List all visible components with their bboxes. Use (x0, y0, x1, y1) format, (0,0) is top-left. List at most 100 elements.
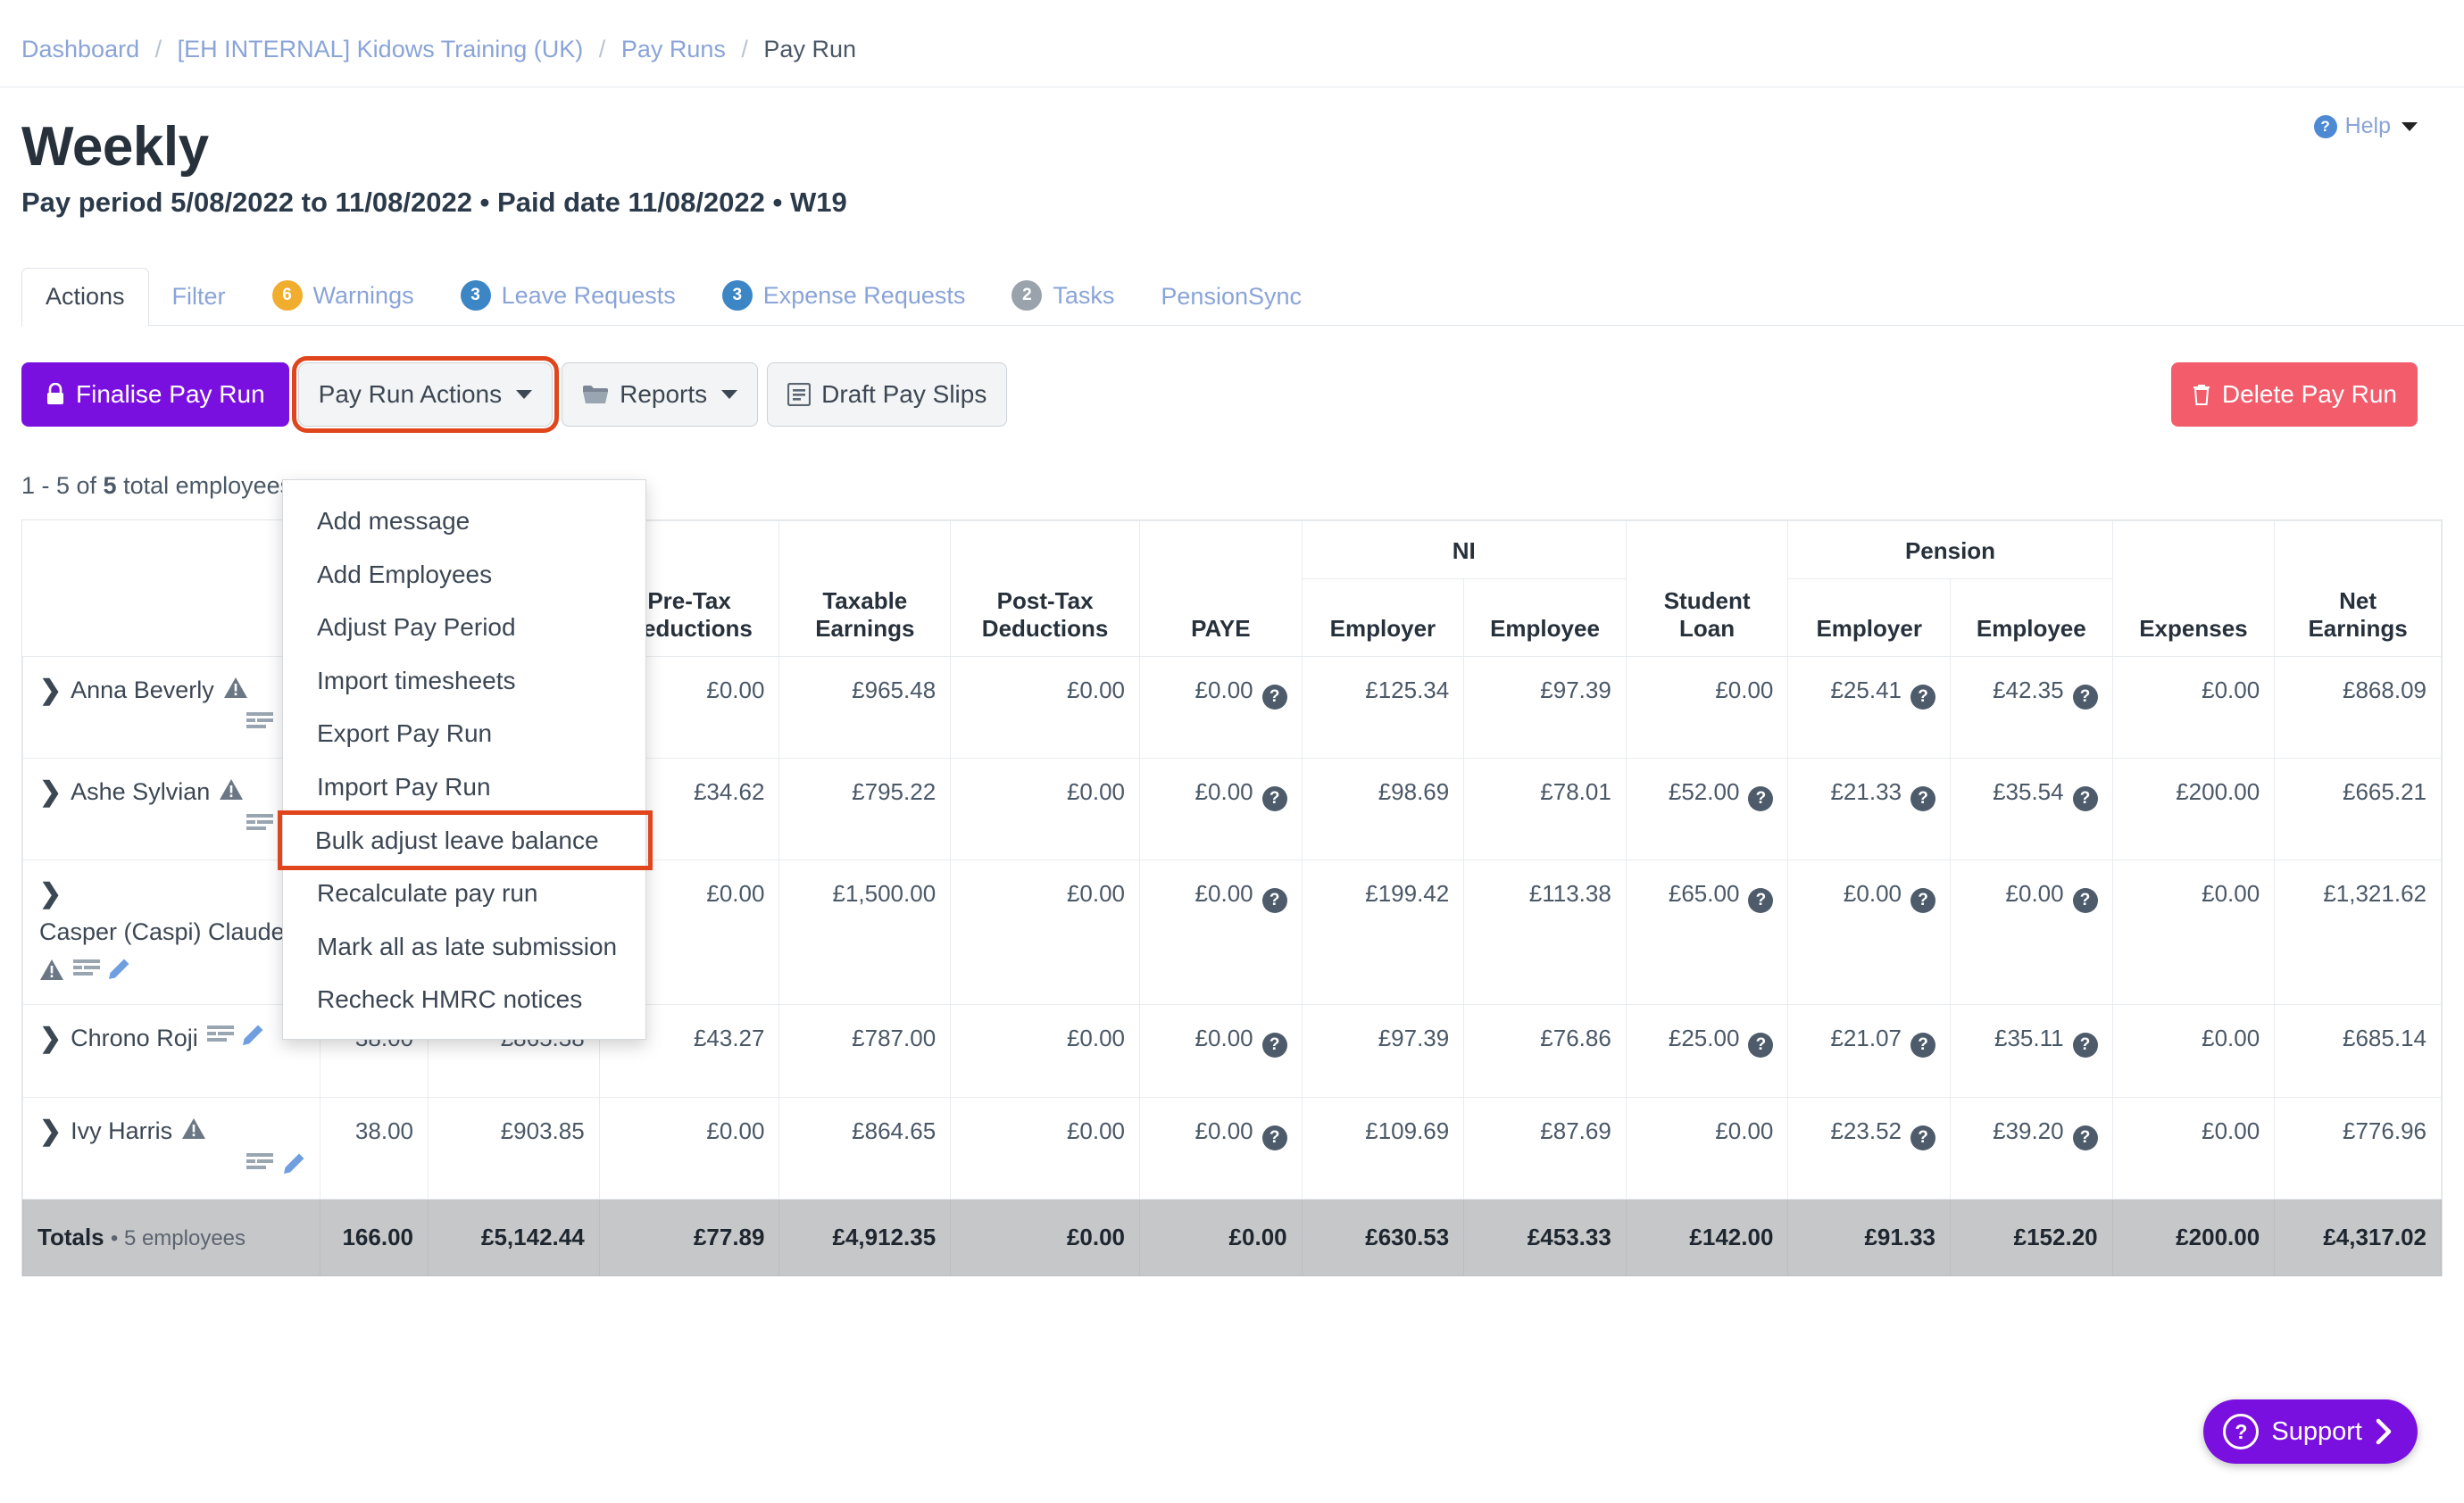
help-tooltip-icon[interactable]: ? (1910, 888, 1935, 914)
ni-employer-cell: £125.34 (1301, 656, 1465, 760)
breadcrumb: Dashboard / [EH INTERNAL] Kidows Trainin… (0, 0, 2464, 62)
totals-ni-employee: £453.33 (1463, 1199, 1627, 1277)
pension-employer-cell: £25.41? (1787, 656, 1951, 760)
totals-post-tax: £0.00 (950, 1199, 1141, 1277)
notes-icon[interactable] (246, 711, 273, 735)
employee-cell[interactable]: ❯ Ashe Sylvian (22, 758, 320, 861)
help-tooltip-icon[interactable]: ? (2072, 1125, 2098, 1151)
tab-tasks[interactable]: 2 Tasks (988, 266, 1137, 326)
help-tooltip-icon[interactable]: ? (1748, 1033, 1774, 1059)
warning-triangle-icon (39, 959, 64, 981)
employee-cell[interactable]: ❯ Anna Beverly (22, 656, 320, 760)
help-tooltip-icon[interactable]: ? (1910, 1125, 1935, 1151)
help-tooltip-icon[interactable]: ? (1910, 685, 1935, 710)
totals-gross: £5,142.44 (428, 1199, 600, 1277)
net-earnings-cell: £776.96 (2274, 1097, 2442, 1200)
student-loan-cell: £65.00? (1625, 859, 1789, 1006)
help-tooltip-icon[interactable]: ? (1748, 888, 1774, 914)
th-ni-employer: Employer (1301, 577, 1465, 658)
help-tooltip-icon[interactable]: ? (2072, 685, 2098, 710)
menu-item-add-message[interactable]: Add message (283, 494, 645, 548)
draft-pay-slips-button[interactable]: Draft Pay Slips (767, 362, 1008, 428)
totals-net: £4,317.02 (2274, 1199, 2442, 1277)
notes-icon[interactable] (246, 1152, 273, 1175)
paye-cell: £0.00? (1139, 758, 1303, 861)
table-row[interactable]: ❯ Ivy Harris 38.00 £903.85 £0.00 £864.65… (22, 1097, 2442, 1200)
warning-triangle-icon (223, 677, 248, 699)
help-tooltip-icon[interactable]: ? (1261, 1033, 1287, 1059)
help-menu[interactable]: ? Help (2313, 113, 2418, 139)
edit-pencil-icon[interactable] (107, 958, 130, 981)
finalise-pay-run-button[interactable]: Finalise Pay Run (21, 362, 289, 428)
tab-leave-requests[interactable]: 3 Leave Requests (437, 266, 699, 326)
expand-chevron-icon[interactable]: ❯ (39, 677, 62, 704)
pension-employee-cell: £0.00? (1950, 859, 2113, 1006)
th-group-pension: Pension (1787, 520, 2113, 579)
menu-item-import-timesheets[interactable]: Import timesheets (283, 654, 645, 708)
reports-label: Reports (620, 380, 708, 409)
help-tooltip-icon[interactable]: ? (2072, 1033, 2098, 1059)
pension-employee-cell: £39.20? (1950, 1097, 2113, 1200)
folder-icon (582, 384, 609, 405)
notes-icon[interactable] (206, 1025, 234, 1046)
edit-pencil-icon[interactable] (282, 1152, 305, 1175)
menu-item-adjust-pay-period[interactable]: Adjust Pay Period (283, 601, 645, 654)
tab-pensionsync[interactable]: PensionSync (1137, 269, 1325, 326)
breadcrumb-item-pay-runs[interactable]: Pay Runs (621, 36, 726, 62)
help-tooltip-icon[interactable]: ? (1261, 1125, 1287, 1151)
paye-cell: £0.00? (1139, 859, 1303, 1006)
tab-label: PensionSync (1161, 283, 1303, 311)
support-label: Support (2271, 1416, 2362, 1446)
help-tooltip-icon[interactable]: ? (1910, 1033, 1935, 1059)
tab-actions[interactable]: Actions (21, 268, 149, 328)
taxable-earnings-cell: £1,500.00 (778, 859, 952, 1006)
breadcrumb-item-dashboard[interactable]: Dashboard (21, 36, 139, 62)
delete-pay-run-button[interactable]: Delete Pay Run (2170, 362, 2418, 428)
menu-item-bulk-adjust-leave-balance[interactable]: Bulk adjust leave balance (278, 810, 653, 871)
edit-pencil-icon[interactable] (241, 1024, 264, 1047)
breadcrumb-item-business[interactable]: [EH INTERNAL] Kidows Training (UK) (178, 36, 584, 62)
expand-chevron-icon[interactable]: ❯ (39, 1118, 62, 1145)
pay-run-actions-button[interactable]: Pay Run Actions (291, 356, 560, 434)
menu-item-recalculate-pay-run[interactable]: Recalculate pay run (283, 867, 645, 920)
expenses-cell: £0.00 (2111, 656, 2276, 760)
notes-icon[interactable] (73, 959, 100, 980)
support-button[interactable]: ? Support (2203, 1399, 2418, 1464)
help-tooltip-icon[interactable]: ? (2072, 888, 2098, 914)
menu-item-import-pay-run[interactable]: Import Pay Run (283, 760, 645, 814)
reports-button[interactable]: Reports (562, 362, 759, 428)
help-tooltip-icon[interactable]: ? (1261, 685, 1287, 710)
trash-icon (2192, 383, 2211, 406)
employee-cell[interactable]: ❯ Casper (Caspi) Claude (22, 859, 320, 1006)
count-suffix: total employees (116, 472, 293, 500)
action-toolbar: Finalise Pay Run Pay Run Actions Reports… (21, 356, 2464, 434)
menu-item-export-pay-run[interactable]: Export Pay Run (283, 707, 645, 760)
tab-warnings[interactable]: 6 Warnings (249, 266, 437, 326)
expand-chevron-icon[interactable]: ❯ (39, 1026, 62, 1052)
tab-filter[interactable]: Filter (149, 269, 249, 326)
post-tax-deductions-cell: £0.00 (950, 1004, 1141, 1099)
employee-cell[interactable]: ❯ Ivy Harris (22, 1097, 320, 1200)
menu-item-add-employees[interactable]: Add Employees (283, 548, 645, 602)
expand-chevron-icon[interactable]: ❯ (39, 881, 62, 908)
warning-triangle-icon (181, 1117, 206, 1140)
student-loan-cell: £25.00? (1625, 1004, 1789, 1099)
employee-cell[interactable]: ❯ Chrono Roji (22, 1004, 320, 1099)
expand-chevron-icon[interactable]: ❯ (39, 779, 62, 806)
th-group-ni: NI (1301, 520, 1627, 579)
menu-item-mark-all-as-late-submission[interactable]: Mark all as late submission (283, 920, 645, 974)
ni-employer-cell: £199.42 (1301, 859, 1465, 1006)
notes-icon[interactable] (246, 813, 273, 836)
totals-pension-employer: £91.33 (1787, 1199, 1951, 1277)
help-tooltip-icon[interactable]: ? (1748, 786, 1774, 812)
employee-name: Ashe Sylvian (71, 778, 211, 806)
help-tooltip-icon[interactable]: ? (2072, 786, 2098, 812)
tab-expense-requests[interactable]: 3 Expense Requests (699, 266, 989, 326)
help-tooltip-icon[interactable]: ? (1910, 786, 1935, 812)
help-tooltip-icon[interactable]: ? (1261, 888, 1287, 914)
help-tooltip-icon[interactable]: ? (1261, 786, 1287, 812)
chevron-down-icon (516, 390, 533, 400)
th-ni-employee: Employee (1463, 577, 1627, 658)
pay-run-actions-menu: Add message Add Employees Adjust Pay Per… (278, 479, 653, 1040)
menu-item-recheck-hmrc-notices[interactable]: Recheck HMRC notices (283, 973, 645, 1026)
